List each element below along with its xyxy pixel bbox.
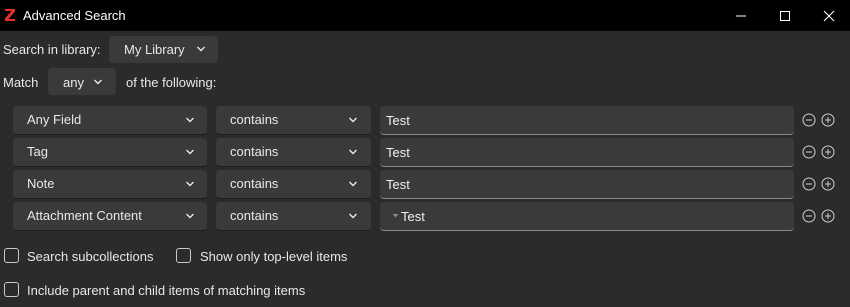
- close-button[interactable]: [806, 0, 850, 31]
- close-icon: [823, 10, 835, 21]
- match-mode-value: any: [63, 75, 84, 90]
- condition-value-input[interactable]: Test: [380, 106, 794, 135]
- condition-value-input[interactable]: Test: [380, 138, 794, 167]
- condition-operator-select[interactable]: contains: [216, 202, 371, 231]
- condition-field-value: Any Field: [27, 112, 82, 127]
- condition-operator-value: contains: [230, 208, 279, 223]
- condition-value-text: Test: [401, 209, 425, 224]
- chevron-down-icon: [197, 46, 205, 52]
- condition-value-text: Test: [386, 177, 410, 192]
- search-subcollections-checkbox[interactable]: [4, 248, 19, 263]
- chevron-down-icon: [94, 79, 102, 85]
- chevron-down-icon: [349, 181, 357, 187]
- condition-operator-value: contains: [230, 144, 279, 159]
- library-dropdown-value: My Library: [124, 42, 185, 57]
- add-condition-button[interactable]: [821, 177, 835, 191]
- condition-field-select[interactable]: Attachment Content: [13, 202, 207, 231]
- condition-operator-select[interactable]: contains: [216, 106, 371, 135]
- condition-value-input[interactable]: Test: [380, 170, 794, 199]
- chevron-down-icon: [349, 117, 357, 123]
- condition-value-text: Test: [386, 113, 410, 128]
- chevron-down-icon: [186, 117, 194, 123]
- search-in-library-label: Search in library:: [3, 42, 101, 57]
- condition-value-text: Test: [386, 145, 410, 160]
- mode-dropdown-icon[interactable]: [392, 213, 399, 219]
- chevron-down-icon: [186, 181, 194, 187]
- show-top-level-checkbox[interactable]: [176, 248, 191, 263]
- remove-condition-button[interactable]: [802, 113, 816, 127]
- maximize-button[interactable]: [762, 0, 808, 31]
- condition-field-value: Tag: [27, 144, 48, 159]
- remove-condition-button[interactable]: [802, 209, 816, 223]
- chevron-down-icon: [186, 149, 194, 155]
- remove-condition-button[interactable]: [802, 177, 816, 191]
- add-condition-button[interactable]: [821, 145, 835, 159]
- search-subcollections-label: Search subcollections: [27, 249, 154, 264]
- minimize-button[interactable]: [718, 0, 764, 31]
- match-suffix-label: of the following:: [126, 75, 217, 90]
- match-mode-dropdown[interactable]: any: [48, 68, 116, 95]
- window-title: Advanced Search: [23, 8, 126, 23]
- chevron-down-icon: [186, 213, 194, 219]
- match-label: Match: [3, 75, 39, 90]
- condition-field-select[interactable]: Note: [13, 170, 207, 199]
- title-bar: Advanced Search: [0, 0, 850, 31]
- chevron-down-icon: [349, 149, 357, 155]
- condition-operator-value: contains: [230, 176, 279, 191]
- remove-condition-button[interactable]: [802, 145, 816, 159]
- condition-field-value: Note: [27, 176, 55, 191]
- condition-value-input[interactable]: Test: [380, 202, 794, 231]
- condition-operator-select[interactable]: contains: [216, 138, 371, 167]
- condition-operator-select[interactable]: contains: [216, 170, 371, 199]
- chevron-down-icon: [349, 213, 357, 219]
- include-parent-child-label: Include parent and child items of matchi…: [27, 283, 306, 298]
- maximize-icon: [780, 10, 790, 21]
- condition-field-select[interactable]: Tag: [13, 138, 207, 167]
- library-dropdown[interactable]: My Library: [109, 36, 218, 63]
- minimize-icon: [736, 15, 746, 16]
- condition-field-select[interactable]: Any Field: [13, 106, 207, 135]
- include-parent-child-checkbox[interactable]: [4, 282, 19, 297]
- add-condition-button[interactable]: [821, 209, 835, 223]
- zotero-logo-icon: [4, 8, 16, 22]
- show-top-level-label: Show only top-level items: [200, 249, 348, 264]
- add-condition-button[interactable]: [821, 113, 835, 127]
- condition-field-value: Attachment Content: [27, 208, 142, 223]
- condition-operator-value: contains: [230, 112, 279, 127]
